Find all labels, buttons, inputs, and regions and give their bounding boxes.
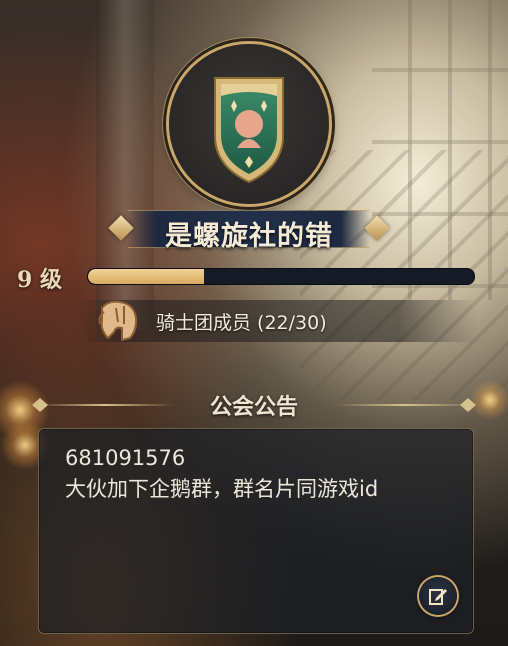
edit-icon [429,589,447,605]
knight-helmet-icon [98,300,138,342]
notice-header: 公会公告 [30,385,478,425]
guild-crest-icon [214,77,284,184]
guild-level-progress-fill [88,269,204,284]
edit-notice-button[interactable] [419,577,457,615]
guild-level-label: 9 级 [17,267,62,293]
notice-text: 681091576 大伙加下企鹅群，群名片同游戏id [65,446,379,501]
guild-emblem[interactable] [169,44,329,204]
guild-members-row[interactable]: 骑士团成员 (22/30) [82,300,477,342]
guild-level-progress [87,268,475,285]
guild-name: 是螺旋社的错 [165,221,333,252]
notice-title: 公会公告 [209,395,298,420]
guild-name-banner: 是螺旋社的错 [108,206,390,252]
notice-box: 681091576 大伙加下企鹅群，群名片同游戏id [38,428,474,634]
guild-members-count: 骑士团成员 (22/30) [156,312,327,334]
